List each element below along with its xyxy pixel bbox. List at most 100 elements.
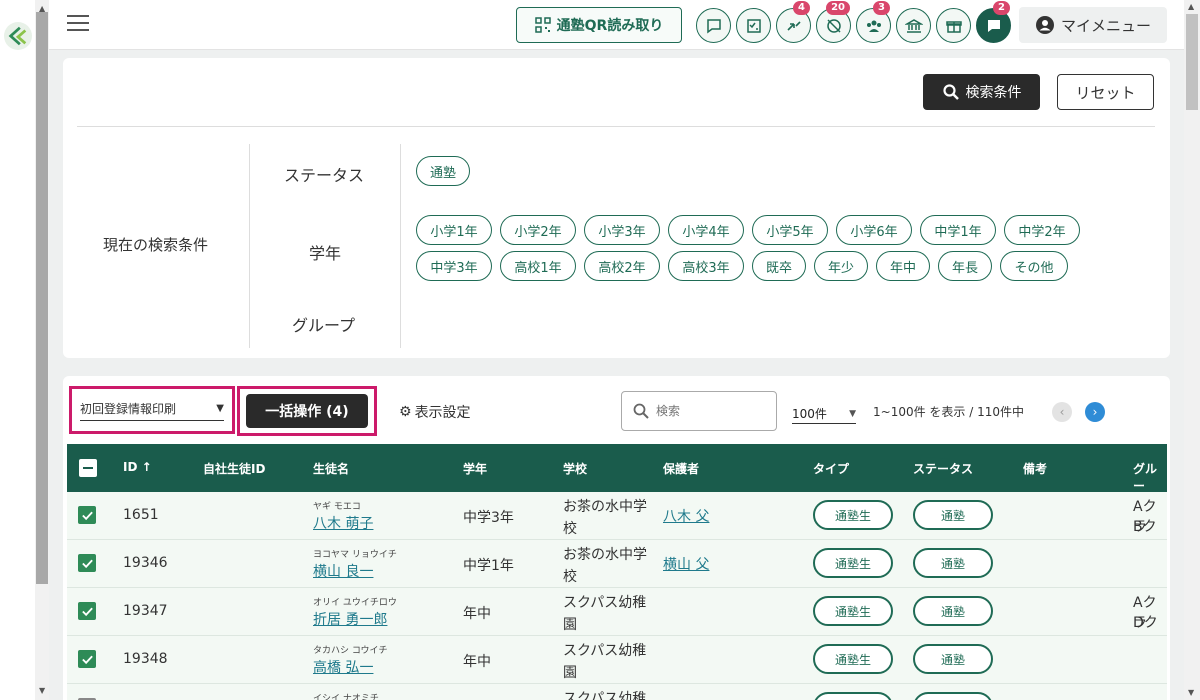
- page-scroll-down-icon[interactable]: ▼: [1188, 688, 1194, 697]
- grade-chip[interactable]: 年少: [814, 251, 868, 281]
- grade-chip[interactable]: 小学6年: [836, 215, 912, 245]
- app-logo-icon[interactable]: [4, 22, 32, 50]
- grade-chip[interactable]: 中学2年: [1004, 215, 1080, 245]
- grade-chip[interactable]: 既卒: [752, 251, 806, 281]
- message-button[interactable]: [696, 8, 731, 43]
- status-pill[interactable]: 通塾: [913, 500, 993, 530]
- sidebar-scroll-thumb[interactable]: [36, 12, 48, 584]
- student-school-cont: 校: [563, 569, 577, 585]
- checklist-button[interactable]: [736, 8, 771, 43]
- student-name-link[interactable]: 横山 良一: [313, 561, 373, 581]
- transfer-badge: 4: [793, 1, 810, 15]
- display-settings-button[interactable]: ⚙ 表示設定: [399, 402, 471, 422]
- check-icon: [81, 511, 93, 520]
- print-select[interactable]: 初回登録情報印刷 ▼: [80, 397, 224, 421]
- student-name-link[interactable]: 高橋 弘一: [313, 657, 373, 677]
- grade-chip[interactable]: 中学1年: [920, 215, 996, 245]
- column-header-name[interactable]: 生徒名: [313, 460, 349, 477]
- chat-button[interactable]: 2: [976, 1, 1011, 43]
- absence-button[interactable]: 20: [816, 1, 851, 43]
- column-header-school[interactable]: 学校: [563, 460, 587, 477]
- row-checkbox[interactable]: [78, 554, 96, 572]
- bank-icon: [904, 18, 923, 33]
- caret-down-icon: ▼: [216, 403, 224, 414]
- page-scroll-thumb[interactable]: [1186, 14, 1198, 110]
- reset-button[interactable]: リセット: [1057, 74, 1154, 110]
- table-row[interactable]: 19347 オリイ ユウイチロウ 折居 勇一郎 年中 スクパス幼稚 園 通塾生 …: [67, 588, 1167, 651]
- grade-chip[interactable]: 年長: [938, 251, 992, 281]
- student-id: 19346: [123, 555, 168, 571]
- my-menu-button[interactable]: マイメニュー: [1019, 7, 1167, 43]
- table-row[interactable]: 19346 ヨコヤマ リョウイチ 横山 良一 中学1年 お茶の水中学 校 横山 …: [67, 540, 1167, 588]
- status-pill[interactable]: [913, 692, 993, 700]
- hamburger-menu-icon[interactable]: [67, 15, 89, 33]
- column-header-status[interactable]: ステータス: [913, 460, 973, 477]
- scroll-down-icon[interactable]: ▼: [39, 686, 45, 695]
- search-conditions-button[interactable]: 検索条件: [923, 74, 1040, 110]
- search-input[interactable]: [656, 404, 756, 418]
- school-button[interactable]: [896, 8, 931, 43]
- per-page-value: 100件: [792, 407, 827, 421]
- type-pill[interactable]: 通塾生: [813, 596, 893, 626]
- student-name-link[interactable]: 八木 萌子: [313, 513, 373, 533]
- chevron-right-icon: ›: [1092, 405, 1098, 419]
- page-scroll-up-icon[interactable]: ▲: [1188, 2, 1194, 11]
- guardian-link[interactable]: 横山 父: [663, 554, 709, 574]
- grade-row-label: 学年: [309, 244, 342, 263]
- divider: [400, 144, 401, 348]
- grade-chip[interactable]: 小学4年: [668, 215, 744, 245]
- student-grade: 中学1年: [463, 558, 514, 574]
- column-header-type[interactable]: タイプ: [813, 460, 849, 477]
- column-header-group[interactable]: グルー: [1133, 460, 1167, 494]
- gift-icon: [945, 20, 962, 33]
- grade-chip[interactable]: 年中: [876, 251, 930, 281]
- student-name-link[interactable]: 折居 勇一郎: [313, 609, 387, 629]
- next-page-button[interactable]: ›: [1085, 402, 1105, 422]
- per-page-select[interactable]: 100件 ▼: [792, 404, 856, 424]
- status-row-label: ステータス: [284, 166, 365, 185]
- column-header-grade[interactable]: 学年: [463, 460, 487, 477]
- grade-chip[interactable]: 小学3年: [584, 215, 660, 245]
- column-header-notes[interactable]: 備考: [1023, 460, 1047, 477]
- grade-chip[interactable]: 中学3年: [416, 251, 492, 281]
- status-chip[interactable]: 通塾: [416, 156, 470, 186]
- row-checkbox[interactable]: [78, 602, 96, 620]
- row-checkbox[interactable]: [78, 506, 96, 524]
- grade-chip[interactable]: その他: [1000, 251, 1068, 281]
- type-pill[interactable]: 通塾生: [813, 548, 893, 578]
- student-id: 19348: [123, 651, 168, 667]
- transfer-button[interactable]: 4: [776, 1, 811, 43]
- grade-chip[interactable]: 高校2年: [584, 251, 660, 281]
- table-row[interactable]: イシイ ナオミチ スクパス幼稚: [67, 684, 1167, 700]
- sidebar-scrollbar[interactable]: ▲ ▼: [35, 0, 49, 700]
- column-header-id[interactable]: ID ↑: [123, 460, 152, 474]
- column-header-company-id[interactable]: 自社生徒ID: [203, 460, 265, 477]
- grade-chip[interactable]: 高校1年: [500, 251, 576, 281]
- bulk-action-button[interactable]: 一括操作 (4): [246, 394, 368, 428]
- status-pill[interactable]: 通塾: [913, 644, 993, 674]
- grade-chip[interactable]: 小学1年: [416, 215, 492, 245]
- grade-chip[interactable]: 高校3年: [668, 251, 744, 281]
- status-pill[interactable]: 通塾: [913, 548, 993, 578]
- type-pill[interactable]: [813, 692, 893, 700]
- guardian-link[interactable]: 八木 父: [663, 506, 709, 526]
- grade-chip[interactable]: 小学5年: [752, 215, 828, 245]
- search-icon: [942, 84, 959, 100]
- table-row[interactable]: 1651 ヤギ モエコ 八木 萌子 中学3年 お茶の水中学 校 八木 父 通塾生…: [67, 492, 1167, 555]
- table-row[interactable]: 19348 タカハシ コウイチ 高橋 弘一 年中 スクパス幼稚 園 通塾生 通塾: [67, 636, 1167, 684]
- qr-scan-button[interactable]: 通塾QR読み取り: [516, 7, 682, 43]
- grade-chip[interactable]: 小学2年: [500, 215, 576, 245]
- members-button[interactable]: 3: [856, 1, 891, 43]
- list-search-field[interactable]: [621, 391, 777, 431]
- column-header-guardian[interactable]: 保護者: [663, 460, 699, 477]
- status-pill[interactable]: 通塾: [913, 596, 993, 626]
- select-all-checkbox[interactable]: [79, 459, 97, 477]
- display-settings-label: 表示設定: [414, 405, 471, 421]
- prev-page-button[interactable]: ‹: [1052, 402, 1072, 422]
- page-scrollbar[interactable]: ▲ ▼: [1184, 0, 1200, 700]
- type-pill[interactable]: 通塾生: [813, 500, 893, 530]
- group-row-label: グループ: [292, 316, 356, 335]
- gift-button[interactable]: [936, 8, 971, 43]
- row-checkbox[interactable]: [78, 650, 96, 668]
- type-pill[interactable]: 通塾生: [813, 644, 893, 674]
